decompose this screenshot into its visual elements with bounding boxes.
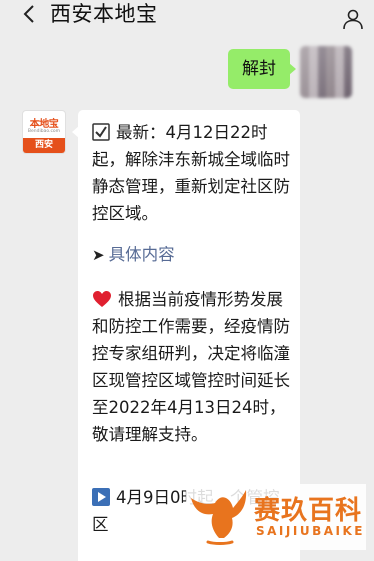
update-paragraph: 最新：4月12日22时起，解除沣东新城全域临时静态管理，重新划定社区防控区域。 xyxy=(92,119,292,227)
sent-message-bubble[interactable]: 解封 xyxy=(228,49,296,89)
watermark-title: 赛玖百科 xyxy=(254,496,363,526)
account-avatar-brand: 本地宝 xyxy=(29,119,59,130)
details-link-label[interactable]: 具体内容 xyxy=(109,245,175,264)
watermark-subtitle: SAIJIUBAIKE xyxy=(256,524,365,538)
person-icon[interactable] xyxy=(342,8,364,30)
checkbox-icon xyxy=(92,123,110,141)
chat-title: 西安本地宝 xyxy=(50,2,158,26)
details-link[interactable]: ➤ 具体内容 xyxy=(92,241,292,269)
chevron-left-icon[interactable] xyxy=(20,4,40,24)
extension-paragraph: 根据当前疫情形势发展和防控工作需要，经疫情防控专家组研判，决定将临潼区现管控区域… xyxy=(92,286,292,448)
chat-header: 西安本地宝 xyxy=(0,0,374,44)
my-avatar[interactable] xyxy=(300,46,352,98)
account-avatar-domain: Bendibao.com xyxy=(27,129,61,134)
play-icon xyxy=(92,488,110,506)
heart-icon xyxy=(93,291,111,307)
sent-message-text: 解封 xyxy=(242,59,276,79)
update-text: 最新：4月12日22时起，解除沣东新城全域临时静态管理，重新划定社区防控区域。 xyxy=(92,123,290,223)
extension-text: 根据当前疫情形势发展和防控工作需要，经疫情防控专家组研判，决定将临潼区现管控区域… xyxy=(92,290,290,444)
arrow-right-icon: ➤ xyxy=(92,246,105,264)
account-avatar-city: 西安 xyxy=(23,138,65,153)
watermark: 赛玖百科 SAIJIUBAIKE xyxy=(186,484,366,550)
account-avatar[interactable]: 本地宝 Bendibao.com 西安 xyxy=(22,110,66,154)
whale-tail-logo-icon xyxy=(191,490,247,545)
